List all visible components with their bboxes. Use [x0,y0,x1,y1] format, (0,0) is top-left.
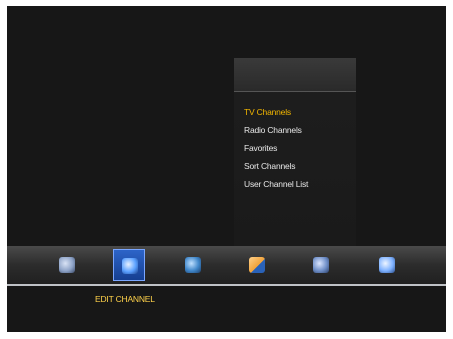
installation-icon [59,257,75,273]
channel-submenu-panel: TV Channels Radio Channels Favorites Sor… [234,58,356,250]
menu-item-radio-channels[interactable]: Radio Channels [244,121,308,139]
main-menu-item-system-setup[interactable] [177,249,209,281]
main-menu-item-edit-channel[interactable] [113,249,145,281]
system-setup-icon [185,257,201,273]
menu-item-tv-channels[interactable]: TV Channels [244,103,308,121]
tv-screen: TV Channels Radio Channels Favorites Sor… [7,6,446,332]
games-icon [379,257,395,273]
main-menu-bar [7,246,446,286]
multimedia-icon [249,257,265,273]
tools-icon [313,257,329,273]
menu-item-favorites[interactable]: Favorites [244,139,308,157]
menu-item-user-channel-list[interactable]: User Channel List [244,175,308,193]
main-menu-item-games[interactable] [371,249,403,281]
submenu-header [234,58,356,92]
main-menu-item-multimedia[interactable] [241,249,273,281]
menu-item-sort-channels[interactable]: Sort Channels [244,157,308,175]
main-menu-item-installation[interactable] [51,249,83,281]
main-menu-item-tools[interactable] [305,249,337,281]
submenu-list: TV Channels Radio Channels Favorites Sor… [244,103,308,193]
edit-channel-icon [122,258,138,274]
selected-menu-label: EDIT CHANNEL [95,294,155,304]
